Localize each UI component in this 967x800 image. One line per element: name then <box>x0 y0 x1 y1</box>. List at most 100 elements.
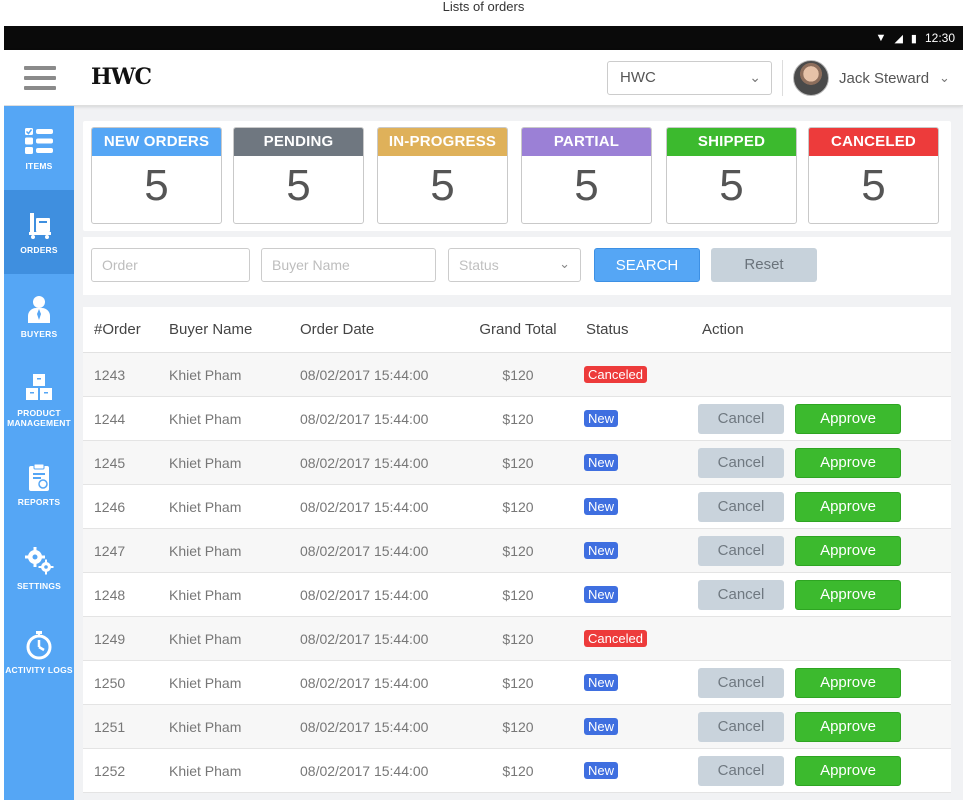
summary-card-partial[interactable]: PARTIAL 5 <box>521 127 652 224</box>
table-row[interactable]: 1247 Khiet Pham 08/02/2017 15:44:00 $120 New… <box>83 529 951 573</box>
order-input[interactable] <box>91 248 250 282</box>
grand-total: $120 <box>502 586 534 603</box>
sidebar-item-activity-logs[interactable]: ACTIVITY LOGS <box>4 610 74 694</box>
table-row[interactable]: 1249 Khiet Pham 08/02/2017 15:44:00 $120 Can… <box>83 617 951 661</box>
approve-button[interactable]: Approve <box>795 667 901 698</box>
sidebar-item-label: ACTIVITY LOGS <box>5 665 73 675</box>
summary-card-count: 5 <box>430 161 455 210</box>
order-date: 08/02/2017 15:44:00 <box>300 542 429 559</box>
order-number: 1244 <box>94 410 126 427</box>
summary-card-new-orders[interactable]: NEW ORDERS 5 <box>91 127 222 224</box>
table-row[interactable]: 1252 Khiet Pham 08/02/2017 15:44:00 $120 New… <box>83 749 951 793</box>
status-select[interactable]: Status ⌄ <box>448 248 581 282</box>
buyer-name: Khiet Pham <box>169 498 242 515</box>
cancel-button[interactable]: Cancel <box>698 491 784 522</box>
summary-card-count: 5 <box>144 161 169 210</box>
status-badge: Canceled <box>584 630 647 647</box>
sidebar-item-orders[interactable]: ORDERS <box>4 190 74 274</box>
sidebar-item-reports[interactable]: REPORTS <box>4 442 74 526</box>
chevron-down-icon: ⌄ <box>749 69 761 85</box>
table-row[interactable]: 1248 Khiet Pham 08/02/2017 15:44:00 $120 New… <box>83 573 951 617</box>
sidebar-item-label: ITEMS <box>25 161 53 171</box>
brand-logo: HWC <box>91 64 152 90</box>
buyer-name: Khiet Pham <box>169 366 242 383</box>
cancel-button[interactable]: Cancel <box>698 403 784 434</box>
summary-card-in-progress[interactable]: IN-PROGRESS 5 <box>377 127 508 224</box>
app-bar: HWC HWC ⌄ Jack Steward ⌄ <box>4 50 963 106</box>
action-cell: Cancel Approve <box>698 491 951 522</box>
status-badge: Canceled <box>584 366 647 383</box>
order-number: 1247 <box>94 542 126 559</box>
cancel-button[interactable]: Cancel <box>698 667 784 698</box>
summary-card-shipped[interactable]: SHIPPED 5 <box>666 127 797 224</box>
status-badge: New <box>584 586 619 603</box>
column-header-date[interactable]: Order Date <box>300 321 462 338</box>
summary-card-title: NEW ORDERS <box>92 128 221 156</box>
status-cell: Canceled <box>574 366 698 383</box>
status-bar: ▼ ◢ ▮ 12:30 <box>4 26 963 50</box>
column-header-buyer[interactable]: Buyer Name <box>169 321 300 338</box>
status-select-placeholder: Status <box>459 257 499 273</box>
approve-button[interactable]: Approve <box>795 711 901 742</box>
sidebar-item-buyers[interactable]: BUYERS <box>4 274 74 358</box>
approve-button[interactable]: Approve <box>795 403 901 434</box>
order-number: 1252 <box>94 762 126 779</box>
hamburger-menu-icon[interactable] <box>24 66 56 90</box>
table-row[interactable]: 1250 Khiet Pham 08/02/2017 15:44:00 $120 New… <box>83 661 951 705</box>
table-row[interactable]: 1251 Khiet Pham 08/02/2017 15:44:00 $120 New… <box>83 705 951 749</box>
user-menu[interactable]: Jack Steward ⌄ <box>793 58 950 98</box>
cancel-button[interactable]: Cancel <box>698 755 784 786</box>
action-cell: Cancel Approve <box>698 711 951 742</box>
column-header-order[interactable]: #Order <box>83 321 169 338</box>
summary-card-title: SHIPPED <box>667 128 796 156</box>
sidebar-item-product-management[interactable]: PRODUCT MANAGEMENT <box>4 358 74 442</box>
summary-card-pending[interactable]: PENDING 5 <box>233 127 364 224</box>
summary-card-canceled[interactable]: CANCELED 5 <box>808 127 939 224</box>
order-date: 08/02/2017 15:44:00 <box>300 454 429 471</box>
approve-button[interactable]: Approve <box>795 491 901 522</box>
search-button[interactable]: SEARCH <box>594 248 700 282</box>
table-header: #Order Buyer Name Order Date Grand Total… <box>83 307 951 353</box>
screen-caption: Lists of orders <box>442 0 525 14</box>
table-row[interactable]: 1243 Khiet Pham 08/02/2017 15:44:00 $120 Can… <box>83 353 951 397</box>
approve-button[interactable]: Approve <box>795 755 901 786</box>
action-cell: Cancel Approve <box>698 403 951 434</box>
organization-select-value: HWC <box>620 69 656 86</box>
sidebar-item-settings[interactable]: SETTINGS <box>4 526 74 610</box>
action-cell: Cancel Approve <box>698 667 951 698</box>
buyer-name: Khiet Pham <box>169 454 242 471</box>
order-number: 1251 <box>94 718 126 735</box>
summary-card-count: 5 <box>861 161 886 210</box>
order-date: 08/02/2017 15:44:00 <box>300 762 429 779</box>
column-header-status[interactable]: Status <box>574 321 698 338</box>
grand-total: $120 <box>502 674 534 691</box>
table-row[interactable]: 1245 Khiet Pham 08/02/2017 15:44:00 $120 New… <box>83 441 951 485</box>
table-body: 1243 Khiet Pham 08/02/2017 15:44:00 $120 Can… <box>83 353 951 793</box>
status-badge: New <box>584 718 619 735</box>
status-cell: New <box>574 542 698 559</box>
battery-icon: ▮ <box>910 32 917 45</box>
organization-select[interactable]: HWC ⌄ <box>607 61 772 95</box>
approve-button[interactable]: Approve <box>795 579 901 610</box>
sidebar-item-label: PRODUCT MANAGEMENT <box>7 408 71 428</box>
cancel-button[interactable]: Cancel <box>698 535 784 566</box>
avatar <box>793 60 829 96</box>
wifi-icon: ▼ <box>875 32 887 44</box>
boxes-icon <box>24 372 54 404</box>
table-row[interactable]: 1246 Khiet Pham 08/02/2017 15:44:00 $120 New… <box>83 485 951 529</box>
status-badge: New <box>584 762 619 779</box>
sidebar-item-items[interactable]: ITEMS <box>4 106 74 190</box>
buyer-name-input[interactable] <box>261 248 436 282</box>
cancel-button[interactable]: Cancel <box>698 579 784 610</box>
order-date: 08/02/2017 15:44:00 <box>300 586 429 603</box>
table-row[interactable]: 1244 Khiet Pham 08/02/2017 15:44:00 $120 New… <box>83 397 951 441</box>
cancel-button[interactable]: Cancel <box>698 711 784 742</box>
cancel-button[interactable]: Cancel <box>698 447 784 478</box>
buyer-name: Khiet Pham <box>169 718 242 735</box>
approve-button[interactable]: Approve <box>795 447 901 478</box>
column-header-total[interactable]: Grand Total <box>462 321 574 338</box>
reset-button[interactable]: Reset <box>711 248 817 282</box>
approve-button[interactable]: Approve <box>795 535 901 566</box>
sidebar-item-label: REPORTS <box>17 497 61 507</box>
chevron-down-icon: ⌄ <box>559 256 570 271</box>
